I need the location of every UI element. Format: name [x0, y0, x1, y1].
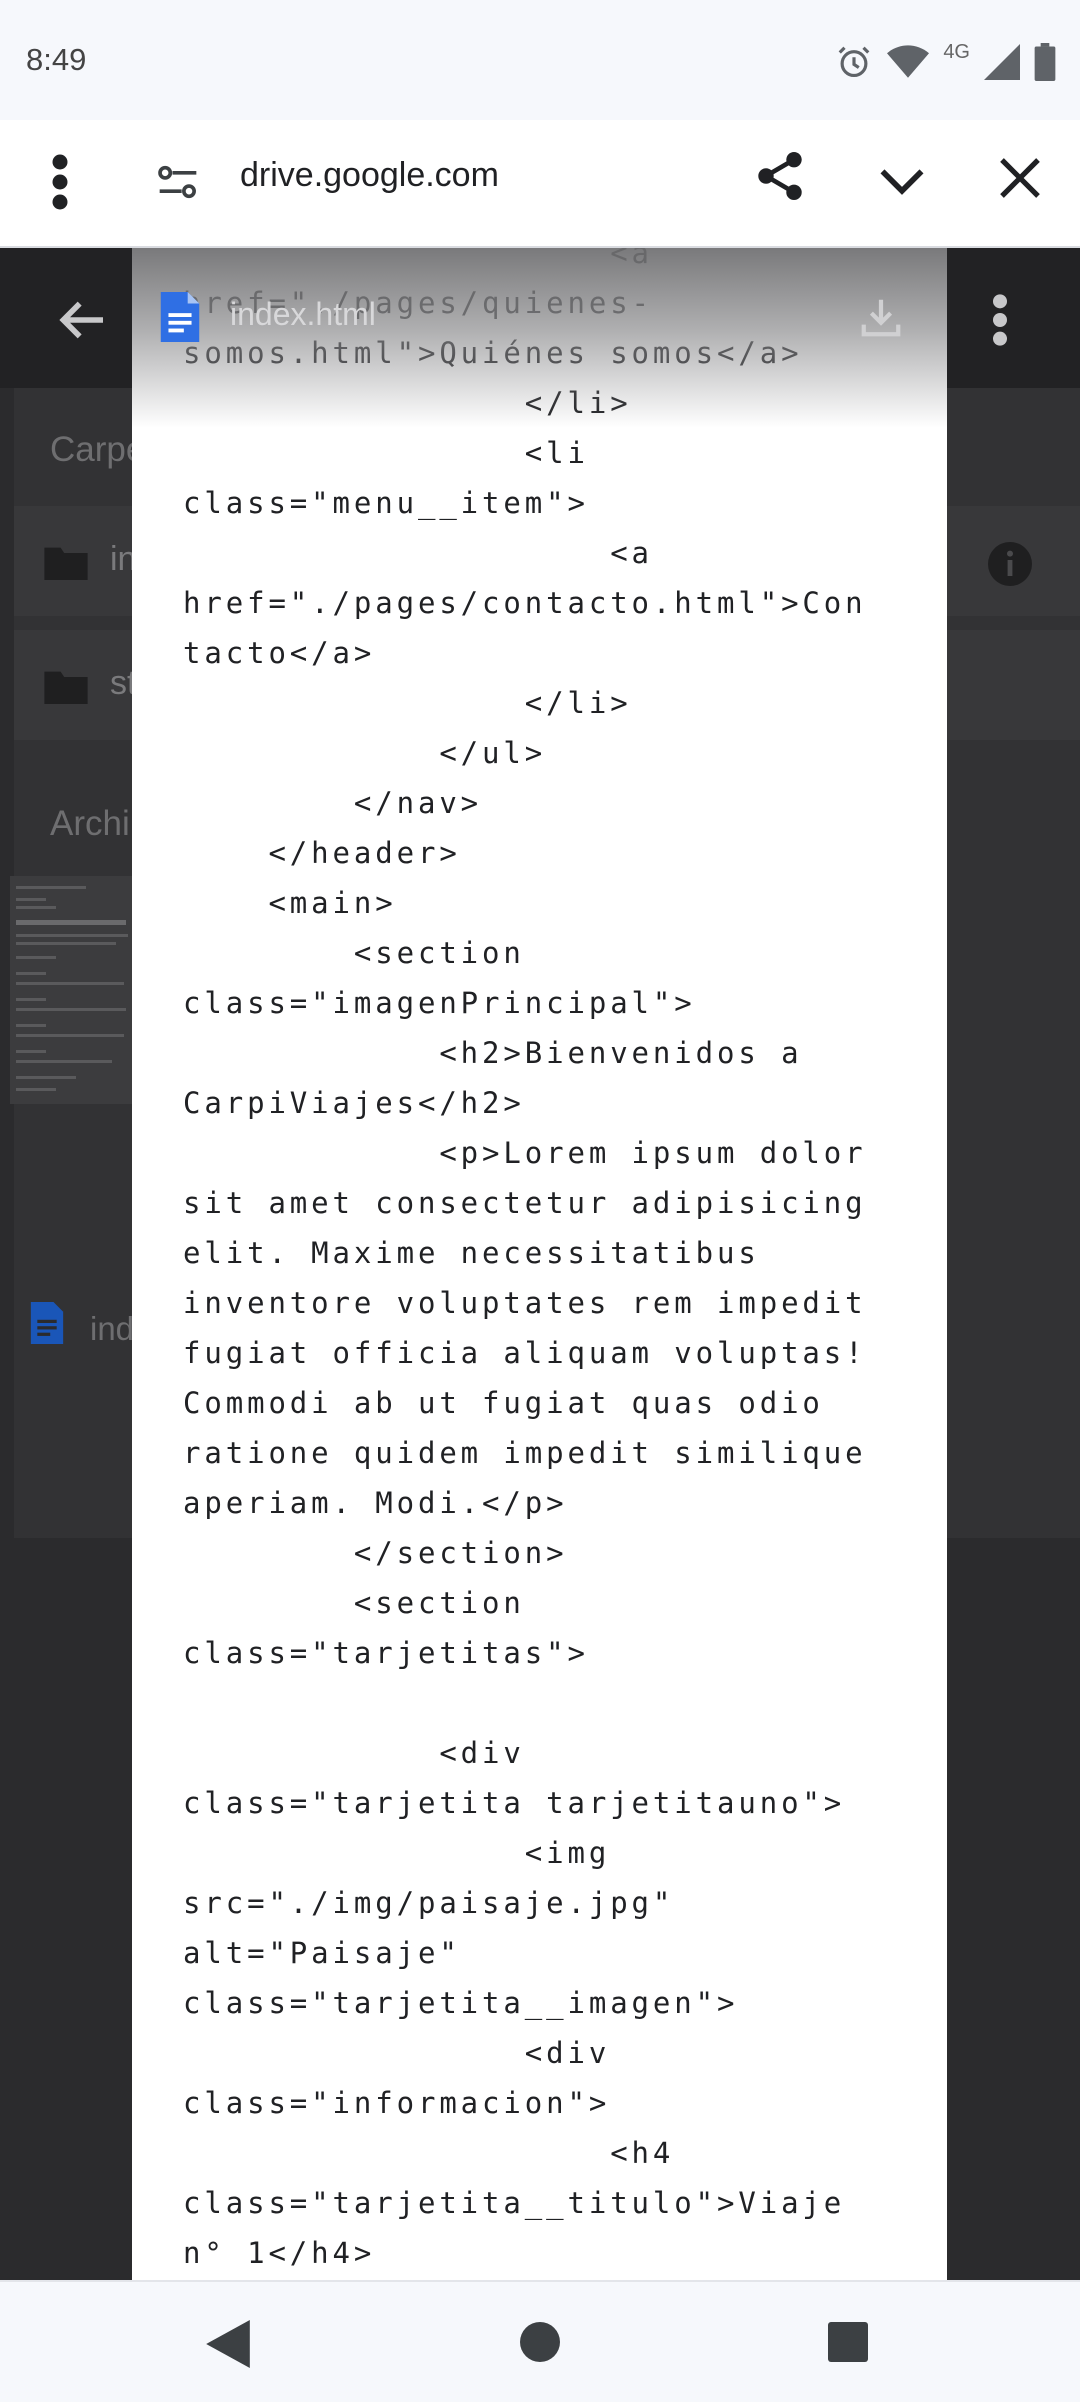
code-line: </li>: [183, 686, 632, 720]
files-heading: Archi: [50, 804, 130, 843]
preview-header: index.html: [132, 248, 947, 388]
arrow-back-icon[interactable]: [54, 292, 110, 348]
code-line: </nav>: [183, 786, 483, 820]
code-line: <main>: [183, 886, 397, 920]
code-line: inventore voluptates rem impedit: [183, 1286, 867, 1320]
code-line: class="tarjetita__titulo">Viaje: [183, 2186, 846, 2220]
code-line: <div: [183, 1736, 525, 1770]
code-line: alt="Paisaje": [183, 1936, 461, 1970]
chevron-down-icon[interactable]: [876, 154, 928, 206]
battery-icon: [1034, 43, 1056, 81]
info-icon[interactable]: [986, 540, 1034, 588]
file-name[interactable]: ind: [90, 1310, 134, 1348]
code-line: <section: [183, 1586, 525, 1620]
code-line: CarpiViajes</h2>: [183, 1086, 525, 1120]
more-vert-icon[interactable]: [40, 152, 80, 212]
home-icon[interactable]: [520, 2320, 560, 2364]
status-time: 8:49: [26, 42, 87, 77]
code-line: </ul>: [183, 736, 547, 770]
code-line: class="informacion">: [183, 2086, 611, 2120]
code-line: class="tarjetita__imagen">: [183, 1986, 739, 2020]
code-line: <section: [183, 936, 525, 970]
code-line: sit amet consectetur adipisicing: [183, 1186, 867, 1220]
code-line: src="./img/paisaje.jpg": [183, 1886, 675, 1920]
code-line: class="menu__item">: [183, 486, 589, 520]
folder-icon: [44, 547, 88, 580]
signal-icon: [984, 44, 1020, 80]
more-vert-icon[interactable]: [980, 292, 1020, 348]
network-type: 4G: [943, 40, 970, 63]
code-line: Commodi ab ut fugiat quas odio: [183, 1386, 824, 1420]
code-line: <a: [183, 536, 653, 570]
back-icon[interactable]: [206, 2320, 250, 2368]
code-line: <img: [183, 1836, 611, 1870]
code-line: <p>Lorem ipsum dolor: [183, 1136, 867, 1170]
wifi-icon: [887, 45, 930, 78]
close-icon[interactable]: [996, 154, 1044, 202]
url-text[interactable]: drive.google.com: [240, 156, 499, 195]
code-line: <li: [183, 436, 589, 470]
code-line: </header>: [183, 836, 461, 870]
site-settings-icon[interactable]: [156, 160, 200, 204]
code-line: <div: [183, 2036, 611, 2070]
code-line: class="tarjetitas">: [183, 1636, 589, 1670]
code-line: fugiat officia aliquam voluptas!: [183, 1336, 867, 1370]
code-line: <h4: [183, 2136, 675, 2170]
code-line: elit. Maxime necessitatibus: [183, 1236, 760, 1270]
status-icons: 4G: [835, 40, 1056, 84]
browser-toolbar: drive.google.com: [0, 120, 1080, 248]
status-bar: 8:49 4G: [0, 0, 1080, 120]
document-preview[interactable]: <a href="./pages/quienes- somos.html">Qu…: [132, 248, 947, 2280]
folder-icon: [44, 671, 88, 704]
code-line: ratione quidem impedit similique: [183, 1436, 867, 1470]
code-line: tacto</a>: [183, 636, 376, 670]
code-line: n° 1</h4>: [183, 2236, 376, 2270]
code-line: <h2>Bienvenidos a: [183, 1036, 803, 1070]
alarm-icon: [838, 46, 870, 78]
code-line: aperiam. Modi.</p>: [183, 1486, 568, 1520]
google-docs-icon: [160, 292, 200, 342]
share-icon[interactable]: [752, 148, 808, 204]
code-line: href="./pages/contacto.html">Con: [183, 586, 867, 620]
code-line: class="tarjetita tarjetitauno">: [183, 1786, 846, 1820]
google-docs-icon: [30, 1302, 64, 1344]
file-thumbnail[interactable]: [10, 876, 134, 1104]
preview-file-name: index.html: [230, 296, 376, 332]
code-line: class="imagenPrincipal">: [183, 986, 696, 1020]
navigation-bar: [0, 2280, 1080, 2402]
download-icon[interactable]: [858, 292, 904, 342]
code-content: <a href="./pages/quienes- somos.html">Qu…: [183, 248, 923, 2278]
code-line: </section>: [183, 1536, 568, 1570]
recents-icon[interactable]: [828, 2320, 868, 2364]
